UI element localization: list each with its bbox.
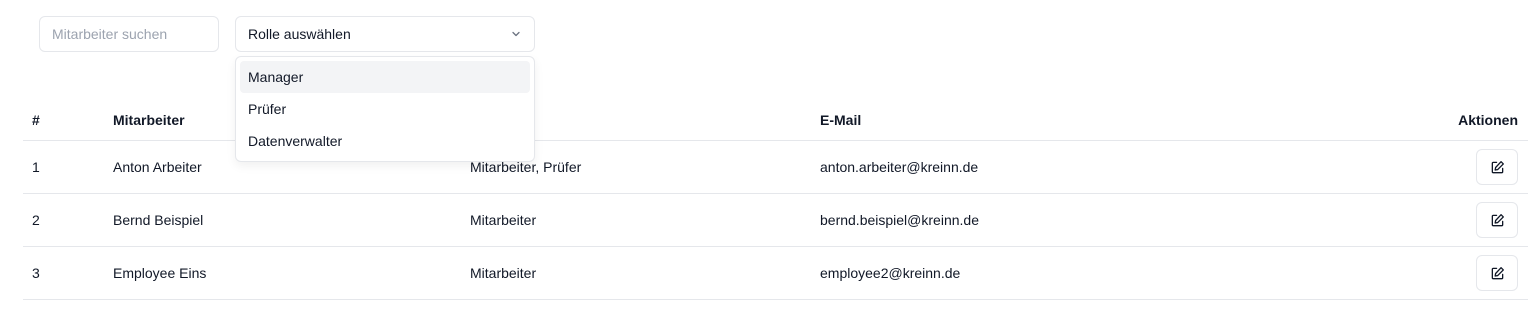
- row-actions: [1476, 194, 1518, 246]
- employee-management: Rolle auswählen # Mitarbeiter E-Mail Akt…: [0, 0, 1539, 309]
- row-email: anton.arbeiter@kreinn.de: [820, 159, 979, 175]
- role-option-datenverwalter[interactable]: Datenverwalter: [240, 125, 530, 157]
- row-num: 3: [32, 265, 40, 281]
- edit-icon: [1491, 160, 1504, 173]
- role-select[interactable]: Rolle auswählen: [235, 16, 535, 52]
- row-name: Employee Eins: [113, 265, 207, 281]
- chevron-down-icon: [512, 31, 520, 37]
- edit-button[interactable]: [1476, 255, 1518, 291]
- table-row: 2 Bernd Beispiel Mitarbeiter bernd.beisp…: [23, 194, 1528, 247]
- role-option-manager[interactable]: Manager: [240, 61, 530, 93]
- row-num: 1: [32, 159, 40, 175]
- row-roles: Mitarbeiter: [470, 265, 537, 281]
- header-num: #: [32, 112, 40, 128]
- role-dropdown-menu: Manager Prüfer Datenverwalter: [235, 56, 535, 162]
- row-name: Bernd Beispiel: [113, 212, 204, 228]
- header-email: E-Mail: [820, 112, 862, 128]
- role-select-label: Rolle auswählen: [248, 26, 351, 42]
- header-actions: Aktionen: [1458, 112, 1518, 128]
- row-actions: [1476, 141, 1518, 193]
- search-input[interactable]: [39, 16, 219, 52]
- row-email: employee2@kreinn.de: [820, 265, 961, 281]
- row-roles: Mitarbeiter: [470, 212, 537, 228]
- header-employee: Mitarbeiter: [113, 112, 185, 128]
- row-actions: [1476, 247, 1518, 299]
- row-num: 2: [32, 212, 40, 228]
- edit-button[interactable]: [1476, 149, 1518, 185]
- role-option-pruefer[interactable]: Prüfer: [240, 93, 530, 125]
- table-row: 3 Employee Eins Mitarbeiter employee2@kr…: [23, 247, 1528, 300]
- edit-button[interactable]: [1476, 202, 1518, 238]
- edit-icon: [1491, 213, 1504, 226]
- edit-icon: [1491, 266, 1504, 279]
- row-email: bernd.beispiel@kreinn.de: [820, 212, 979, 228]
- row-name: Anton Arbeiter: [113, 159, 202, 175]
